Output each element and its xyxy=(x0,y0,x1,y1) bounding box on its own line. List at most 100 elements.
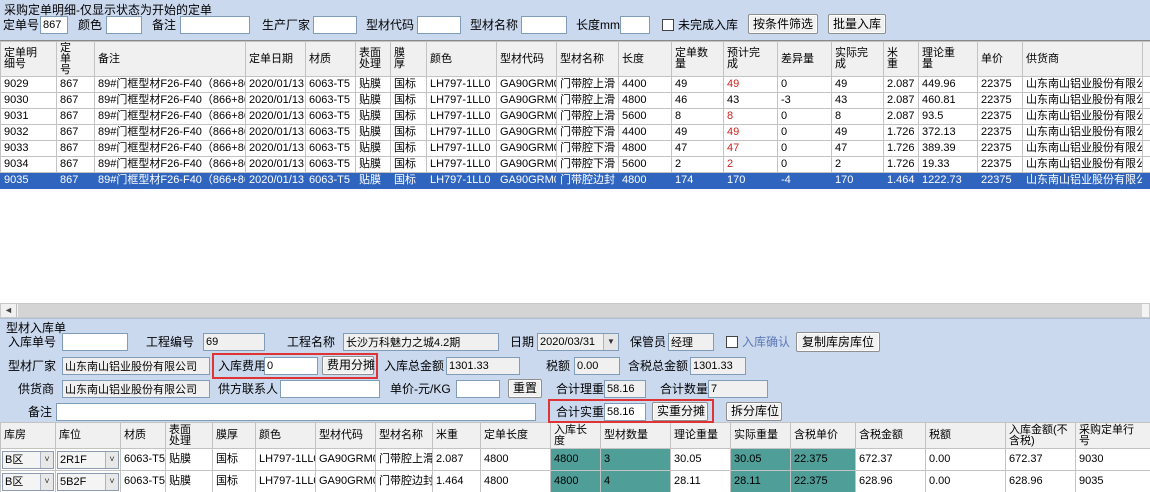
column-header[interactable]: 型材名称 xyxy=(557,42,619,77)
tax-input[interactable] xyxy=(574,357,620,375)
project-no-input[interactable] xyxy=(203,333,265,351)
filter-manufacturer-label: 生产厂家 xyxy=(262,16,310,34)
unfinished-checkbox[interactable] xyxy=(662,19,674,31)
column-header[interactable]: 入库长度 xyxy=(551,423,601,449)
chevron-down-icon[interactable]: ˅ xyxy=(40,452,53,468)
table-row[interactable]: B区˅2R1F˅6063-T5贴膜国标LH797-1LL0GA90GRM03门带… xyxy=(1,449,1150,471)
column-header[interactable]: 采购定单行 号 xyxy=(1076,423,1150,449)
column-header[interactable]: 颜色 xyxy=(256,423,316,449)
column-header[interactable]: 型材代码 xyxy=(497,42,557,77)
table-row[interactable]: 903386789#门框型材F26-F40（866+867）2020/01/13… xyxy=(1,141,1150,157)
column-header[interactable]: 材质 xyxy=(306,42,356,77)
theory-total-input[interactable] xyxy=(604,380,646,398)
cell-color: LH797-1LL0 xyxy=(427,173,497,189)
remark-input[interactable] xyxy=(56,403,536,421)
table-row[interactable]: 903286789#门框型材F26-F40（866+867）2020/01/13… xyxy=(1,125,1150,141)
column-header[interactable]: 定单数 量 xyxy=(672,42,724,77)
filter-order-no-input[interactable] xyxy=(40,16,68,34)
column-header[interactable]: 入库金额(不 含税) xyxy=(1006,423,1076,449)
chevron-down-icon[interactable]: ˅ xyxy=(105,452,118,468)
factory-input[interactable] xyxy=(62,357,210,375)
column-header[interactable]: 预计完 成 xyxy=(724,42,778,77)
column-header[interactable]: 表面 处理 xyxy=(356,42,391,77)
filter-by-condition-button[interactable]: 按条件筛选 xyxy=(748,14,818,34)
column-header[interactable]: 定单日期 xyxy=(246,42,306,77)
column-header[interactable]: 库房 xyxy=(1,423,56,449)
keeper-input[interactable] xyxy=(668,333,714,351)
copy-warehouse-button[interactable]: 复制库房库位 xyxy=(796,332,880,352)
column-header[interactable]: 差异量 xyxy=(778,42,832,77)
column-header[interactable]: 颜色 xyxy=(427,42,497,77)
table-row[interactable]: 902986789#门框型材F26-F40（866+867）2020/01/13… xyxy=(1,77,1150,93)
filter-color-input[interactable] xyxy=(106,16,142,34)
supplier-contact-input[interactable] xyxy=(280,380,380,398)
warehouse-combobox[interactable]: B区˅ xyxy=(2,473,54,491)
warehouse-combobox[interactable]: B区˅ xyxy=(2,451,54,469)
chevron-down-icon[interactable]: ˅ xyxy=(105,474,118,490)
scroll-left-icon[interactable]: ◄ xyxy=(1,304,17,317)
project-name-label: 工程名称 xyxy=(287,333,335,351)
cell-film: 国标 xyxy=(391,125,427,141)
column-header[interactable]: 定 单 号 xyxy=(57,42,95,77)
cell-unit-price: 22.375 xyxy=(791,449,856,471)
column-header[interactable]: 膜 厚 xyxy=(391,42,427,77)
column-header[interactable]: 供货商 xyxy=(1023,42,1143,77)
filter-profile-name-input[interactable] xyxy=(521,16,567,34)
column-header[interactable]: 库位 xyxy=(56,423,121,449)
column-header[interactable]: 含税单价 xyxy=(791,423,856,449)
table-row[interactable]: B区˅5B2F˅6063-T5贴膜国标LH797-1LL0GA90GRM05门带… xyxy=(1,471,1150,492)
cell-in-len: 4800 xyxy=(551,471,601,492)
column-header[interactable]: 定单长度 xyxy=(481,423,551,449)
column-header[interactable]: 税额 xyxy=(926,423,1006,449)
weight-apportion-button[interactable]: 实重分摊 xyxy=(652,402,708,421)
filter-profile-code-input[interactable] xyxy=(417,16,461,34)
calendar-dropdown-icon[interactable]: ▼ xyxy=(603,334,618,350)
unit-price-input[interactable] xyxy=(456,380,500,398)
column-header[interactable] xyxy=(1143,42,1150,77)
column-header[interactable]: 型材名称 xyxy=(376,423,433,449)
table-row[interactable]: 903586789#门框型材F26-F40（866+867）2020/01/13… xyxy=(1,173,1150,189)
column-header[interactable]: 型材代码 xyxy=(316,423,376,449)
slot-combobox[interactable]: 2R1F˅ xyxy=(57,451,119,469)
count-total-input[interactable] xyxy=(708,380,768,398)
split-slot-button[interactable]: 拆分库位 xyxy=(726,402,782,421)
table-row[interactable]: 903186789#门框型材F26-F40（866+867）2020/01/13… xyxy=(1,109,1150,125)
column-header[interactable]: 米重 xyxy=(433,423,481,449)
column-header[interactable]: 备注 xyxy=(95,42,246,77)
column-header[interactable]: 单价 xyxy=(978,42,1023,77)
scrollbar-thumb[interactable] xyxy=(18,304,1142,317)
filter-remark-input[interactable] xyxy=(180,16,250,34)
supplier-input[interactable] xyxy=(62,380,210,398)
column-header[interactable]: 理论重 量 xyxy=(919,42,978,77)
reset-button[interactable]: 重置 xyxy=(508,379,542,398)
column-header[interactable]: 理论重量 xyxy=(671,423,731,449)
column-header[interactable]: 实际重量 xyxy=(731,423,791,449)
slot-combobox[interactable]: 5B2F˅ xyxy=(57,473,119,491)
filter-manufacturer-input[interactable] xyxy=(313,16,357,34)
column-header[interactable]: 实际完 成 xyxy=(832,42,884,77)
column-header[interactable]: 膜厚 xyxy=(213,423,256,449)
column-header[interactable]: 含税金额 xyxy=(856,423,926,449)
inbound-no-input[interactable] xyxy=(62,333,128,351)
date-picker[interactable]: 2020/03/31 ▼ xyxy=(537,333,619,351)
filter-length-input[interactable] xyxy=(620,16,650,34)
column-header[interactable]: 定单明 细号 xyxy=(1,42,57,77)
total-amount-input[interactable] xyxy=(446,357,520,375)
batch-inbound-button[interactable]: 批量入库 xyxy=(828,14,886,34)
column-header[interactable]: 表面 处理 xyxy=(166,423,213,449)
fee-apportion-button[interactable]: 费用分摊 xyxy=(322,356,374,375)
total-taxed-input[interactable] xyxy=(690,357,746,375)
inbound-confirm-checkbox[interactable] xyxy=(726,336,738,348)
table-row[interactable]: 903086789#门框型材F26-F40（866+867）2020/01/13… xyxy=(1,93,1150,109)
cell-qty: 4 xyxy=(601,471,671,492)
table-row[interactable]: 903486789#门框型材F26-F40（866+867）2020/01/13… xyxy=(1,157,1150,173)
actual-total-input[interactable] xyxy=(604,403,646,421)
chevron-down-icon[interactable]: ˅ xyxy=(40,474,53,490)
project-name-input[interactable] xyxy=(343,333,499,351)
column-header[interactable]: 长度 xyxy=(619,42,672,77)
column-header[interactable]: 型材数量 xyxy=(601,423,671,449)
column-header[interactable]: 材质 xyxy=(121,423,166,449)
order-table-hscrollbar[interactable]: ◄ xyxy=(0,303,1150,318)
column-header[interactable]: 米 重 xyxy=(884,42,919,77)
fee-input[interactable] xyxy=(264,357,318,375)
